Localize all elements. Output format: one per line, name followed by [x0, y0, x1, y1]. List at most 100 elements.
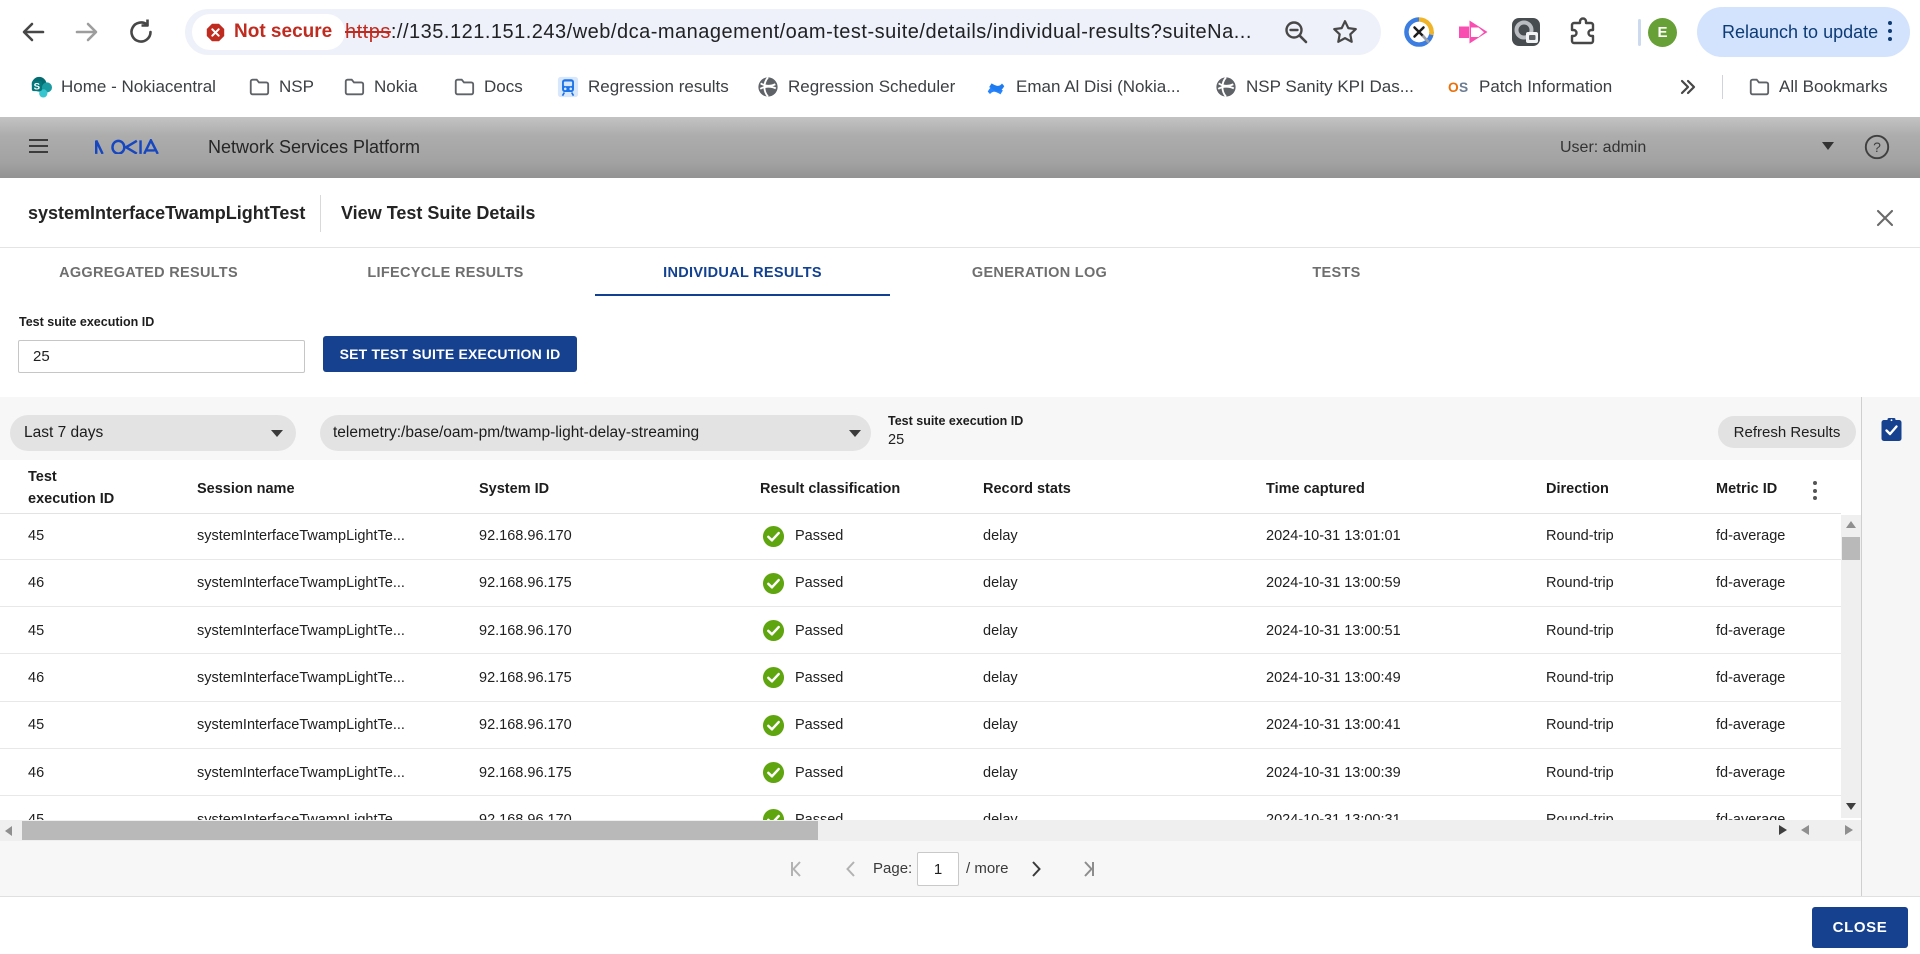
table-row[interactable]: 45 systemInterfaceTwampLightTe... 92.168… — [0, 513, 1841, 560]
user-menu-label[interactable]: User: admin — [1560, 117, 1646, 178]
cell-exec-id: 45 — [28, 607, 44, 654]
first-page-icon[interactable] — [787, 860, 805, 878]
tab-aggregated-results[interactable]: AGGREGATED RESULTS — [0, 248, 297, 298]
scroll-down-icon[interactable] — [1846, 803, 1856, 810]
bookmark-folder-docs[interactable]: Docs — [453, 64, 523, 110]
set-exec-id-button[interactable]: SET TEST SUITE EXECUTION ID — [323, 336, 577, 372]
table-row[interactable]: 45 systemInterfaceTwampLightTe... 92.168… — [0, 607, 1841, 654]
table-row[interactable]: 45 systemInterfaceTwampLightTe... 92.168… — [0, 702, 1841, 749]
results-panel: Last 7 days telemetry:/base/oam-pm/twamp… — [0, 397, 1920, 897]
confluence-icon — [985, 76, 1007, 98]
folder-icon — [453, 76, 475, 98]
cell-system-id: 92.168.96.175 — [479, 560, 572, 607]
forward-icon[interactable] — [73, 18, 101, 46]
bookmark-regression-scheduler[interactable]: Regression Scheduler — [757, 64, 955, 110]
bookmark-patch-information[interactable]: O S Patch Information — [1448, 64, 1612, 110]
hamburger-menu-icon[interactable] — [29, 139, 48, 155]
tab-individual-results[interactable]: INDIVIDUAL RESULTS — [594, 248, 891, 298]
vertical-scroll-thumb[interactable] — [1842, 537, 1860, 560]
cell-result-label: Passed — [795, 623, 843, 639]
zoom-out-icon[interactable] — [1282, 18, 1310, 46]
cell-system-id: 92.168.96.170 — [479, 796, 572, 820]
table-row[interactable]: 46 systemInterfaceTwampLightTe... 92.168… — [0, 749, 1841, 796]
bookmark-star-icon[interactable] — [1331, 18, 1359, 46]
cell-record-stats: delay — [983, 654, 1018, 701]
title-separator — [320, 195, 321, 232]
cell-exec-id: 46 — [28, 654, 44, 701]
reload-icon[interactable] — [127, 18, 155, 46]
table-row[interactable]: 45 systemInterfaceTwampLightTe... 92.168… — [0, 796, 1841, 820]
scroll-up-icon[interactable] — [1846, 521, 1856, 528]
url-text: https://135.121.151.243/web/dca-manageme… — [345, 9, 1252, 55]
extension-screencast-icon[interactable] — [1457, 16, 1489, 48]
cell-result: Passed — [762, 796, 843, 820]
cell-exec-id: 45 — [28, 702, 44, 749]
col-header-test-exec-id-2[interactable]: execution ID — [28, 491, 114, 507]
scroll-right-icon[interactable] — [1779, 825, 1787, 835]
extension-qtest-icon[interactable] — [1403, 16, 1435, 48]
table-vertical-scrollbar[interactable] — [1841, 515, 1861, 818]
bookmarks-overflow-icon[interactable] — [1678, 77, 1698, 97]
profile-avatar[interactable]: E — [1648, 18, 1677, 47]
browser-menu-icon[interactable] — [1884, 17, 1896, 47]
bookmark-nsp-sanity-kpi[interactable]: NSP Sanity KPI Das... — [1215, 64, 1414, 110]
outer-scroll-right-icon[interactable] — [1845, 825, 1853, 835]
cell-direction: Round-trip — [1546, 654, 1614, 701]
sharepoint-icon: S — [30, 76, 52, 98]
table-row[interactable]: 46 systemInterfaceTwampLightTe... 92.168… — [0, 654, 1841, 701]
time-range-dropdown[interactable]: Last 7 days — [10, 415, 296, 451]
tab-tests[interactable]: TESTS — [1188, 248, 1485, 298]
col-header-record-stats[interactable]: Record stats — [983, 481, 1071, 497]
table-row[interactable]: 46 systemInterfaceTwampLightTe... 92.168… — [0, 560, 1841, 607]
outer-scroll-left-icon[interactable] — [1801, 825, 1809, 835]
relaunch-button[interactable]: Relaunch to update — [1697, 7, 1910, 57]
extension-dark-icon[interactable] — [1510, 16, 1542, 48]
dialog-title: View Test Suite Details — [341, 178, 535, 248]
horizontal-scroll-thumb[interactable] — [22, 821, 818, 840]
telemetry-dropdown[interactable]: telemetry:/base/oam-pm/twamp-light-delay… — [320, 415, 871, 451]
cell-direction: Round-trip — [1546, 513, 1614, 560]
refresh-results-button[interactable]: Refresh Results — [1718, 416, 1856, 448]
prev-page-icon[interactable] — [842, 860, 860, 878]
col-header-test-exec-id[interactable]: Test — [28, 469, 57, 485]
scroll-left-icon[interactable] — [5, 826, 12, 836]
security-chip[interactable]: Not secure — [192, 14, 345, 50]
all-bookmarks-button[interactable]: All Bookmarks — [1748, 64, 1888, 110]
bookmark-confluence[interactable]: Eman Al Disi (Nokia... — [985, 64, 1180, 110]
folder-icon — [248, 76, 270, 98]
close-button[interactable]: CLOSE — [1812, 907, 1908, 948]
detail-tabs: AGGREGATED RESULTS LIFECYCLE RESULTS IND… — [0, 248, 1485, 298]
cell-metric-id: fd-average — [1716, 654, 1785, 701]
col-header-result-classification[interactable]: Result classification — [760, 481, 900, 497]
clipboard-check-icon[interactable] — [1881, 418, 1902, 441]
help-icon[interactable]: ? — [1864, 134, 1890, 160]
col-header-system-id[interactable]: System ID — [479, 481, 549, 497]
bookmark-folder-nsp[interactable]: NSP — [248, 64, 314, 110]
column-menu-icon[interactable] — [1812, 481, 1818, 501]
back-icon[interactable] — [19, 18, 47, 46]
side-panel — [1862, 397, 1920, 897]
page-input[interactable] — [917, 852, 959, 886]
cell-metric-id: fd-average — [1716, 796, 1785, 820]
extensions-puzzle-icon[interactable] — [1567, 16, 1599, 48]
table-horizontal-scrollbar[interactable] — [0, 820, 1862, 841]
col-header-direction[interactable]: Direction — [1546, 481, 1609, 497]
tab-generation-log[interactable]: GENERATION LOG — [891, 248, 1188, 298]
exec-id-input[interactable] — [18, 340, 305, 373]
next-page-icon[interactable] — [1027, 860, 1045, 878]
tab-lifecycle-results[interactable]: LIFECYCLE RESULTS — [297, 248, 594, 298]
col-header-metric-id[interactable]: Metric ID — [1716, 481, 1777, 497]
bookmark-home-nokiacentral[interactable]: S Home - Nokiacentral — [30, 64, 216, 110]
dialog-close-icon[interactable] — [1874, 207, 1896, 229]
user-menu-caret-icon[interactable] — [1822, 142, 1834, 150]
col-header-time-captured[interactable]: Time captured — [1266, 481, 1365, 497]
bookmark-folder-nokia[interactable]: Nokia — [343, 64, 417, 110]
cell-result: Passed — [762, 654, 843, 701]
product-name: Network Services Platform — [208, 117, 420, 178]
bookmark-regression-results[interactable]: Regression results — [557, 64, 729, 110]
cell-time-captured: 2024-10-31 13:00:49 — [1266, 654, 1401, 701]
last-page-icon[interactable] — [1080, 860, 1098, 878]
test-suite-name: systemInterfaceTwampLightTest — [28, 178, 305, 248]
address-bar[interactable]: Not secure https://135.121.151.243/web/d… — [185, 9, 1381, 55]
col-header-session-name[interactable]: Session name — [197, 481, 295, 497]
